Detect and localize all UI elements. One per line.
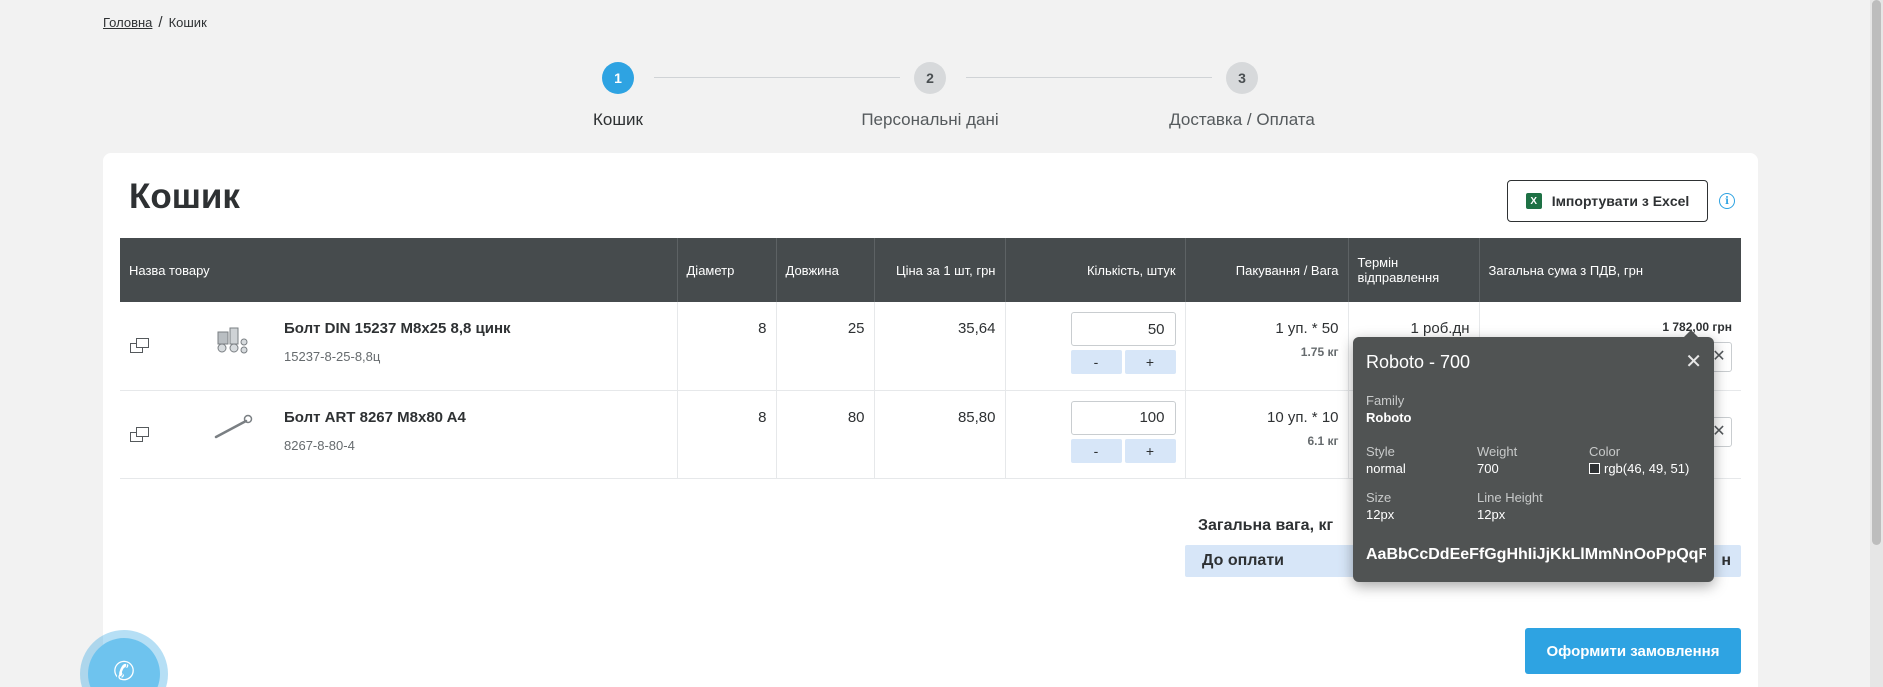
col-quantity: Кількість, штук <box>1005 238 1186 302</box>
breadcrumb-current: Кошик <box>168 15 207 30</box>
product-image[interactable] <box>210 322 260 362</box>
col-diameter: Діаметр <box>677 238 777 302</box>
inspector-style-label: Style <box>1366 444 1395 459</box>
cell-product: Болт DIN 15237 M8x25 8,8 цинк 15237-8-25… <box>120 302 678 391</box>
col-total: Загальна сума з ПДВ, грн <box>1479 238 1741 302</box>
breadcrumb: Головна / Кошик <box>103 14 207 31</box>
product-name[interactable]: Болт DIN 15237 M8x25 8,8 цинк <box>284 320 511 337</box>
col-packaging: Пакування / Вага <box>1185 238 1349 302</box>
product-image[interactable] <box>210 411 260 451</box>
inspector-line-height-label: Line Height <box>1477 490 1543 505</box>
compare-icon[interactable] <box>130 426 149 442</box>
step-1-label[interactable]: Кошик <box>593 110 643 130</box>
col-name: Назва товару <box>120 238 678 302</box>
phone-icon: ✆ <box>113 656 135 686</box>
inspector-title: Roboto - 700 <box>1366 352 1471 372</box>
checkout-stepper: 1 Кошик 2 Персональні дані 3 Доставка / … <box>0 60 1883 140</box>
cell-price: 85,80 <box>874 390 1006 479</box>
scrollbar-thumb[interactable] <box>1872 0 1881 545</box>
step-1-circle[interactable]: 1 <box>602 62 634 94</box>
quantity-stepper: - + <box>1070 350 1176 374</box>
excel-icon: X <box>1525 193 1542 209</box>
quantity-increase-button[interactable]: + <box>1124 438 1176 463</box>
cell-length: 80 <box>776 390 875 479</box>
step-2-label[interactable]: Персональні дані <box>861 110 998 130</box>
quantity-decrease-button[interactable]: - <box>1070 350 1122 374</box>
page-title: Кошик <box>129 177 240 216</box>
import-excel-button[interactable]: X Імпортувати з Excel <box>1507 180 1708 222</box>
import-excel-label: Імпортувати з Excel <box>1551 193 1690 209</box>
info-icon[interactable]: i <box>1719 193 1735 209</box>
close-icon[interactable]: ✕ <box>1685 349 1702 374</box>
quantity-stepper: - + <box>1070 438 1176 463</box>
table-header-row: Назва товару Діаметр Довжина Ціна за 1 ш… <box>120 238 1741 302</box>
step-2-circle[interactable]: 2 <box>914 62 946 94</box>
total-pay-value: н <box>1721 552 1731 569</box>
packaging-text: 10 уп. * 10 <box>1267 408 1339 426</box>
inspector-weight-value: 700 <box>1477 461 1499 476</box>
cell-packaging: 10 уп. * 10 6.1 кг <box>1185 390 1349 479</box>
quantity-decrease-button[interactable]: - <box>1070 438 1122 463</box>
product-sku: 8267-8-80-4 <box>284 437 355 453</box>
cell-diameter: 8 <box>677 302 777 391</box>
inspector-line-height-value: 12px <box>1477 507 1506 522</box>
cell-product: Болт ART 8267 M8x80 A4 8267-8-80-4 <box>120 390 678 479</box>
col-term: Термін відправлення <box>1348 238 1480 302</box>
cell-packaging: 1 уп. * 50 1.75 кг <box>1185 302 1349 391</box>
product-sku: 15237-8-25-8,8ц <box>284 349 381 364</box>
font-inspector-popup: Roboto - 700 ✕ Family Roboto Style norma… <box>1353 330 1714 582</box>
inspector-color-label: Color <box>1589 444 1621 459</box>
step-connector-1 <box>654 77 900 78</box>
quantity-increase-button[interactable]: + <box>1124 350 1176 374</box>
inspector-family-label: Family <box>1366 393 1405 408</box>
quantity-input[interactable] <box>1070 312 1176 346</box>
total-pay-label: До оплати <box>1202 552 1284 569</box>
cell-quantity: - + <box>1005 302 1186 391</box>
inspector-size-label: Size <box>1366 490 1392 505</box>
col-length: Довжина <box>776 238 875 302</box>
inspector-weight-label: Weight <box>1477 444 1518 459</box>
place-order-button[interactable]: Оформити замовлення <box>1525 628 1741 674</box>
quantity-input[interactable] <box>1070 400 1176 435</box>
product-name[interactable]: Болт ART 8267 M8x80 A4 <box>284 409 466 426</box>
inspector-font-sample: AaBbCcDdEeFfGgHhIiJjKkLlMmNnOoPpQqRr <box>1366 546 1706 563</box>
step-3-label[interactable]: Доставка / Оплата <box>1169 110 1315 130</box>
inspector-family-value: Roboto <box>1366 410 1412 425</box>
inspector-style-value: normal <box>1366 461 1406 476</box>
compare-icon[interactable] <box>130 338 149 353</box>
weight-text: 6.1 кг <box>1307 433 1339 448</box>
step-3-circle[interactable]: 3 <box>1226 62 1258 94</box>
breadcrumb-separator: / <box>158 14 163 31</box>
col-price: Ціна за 1 шт, грн <box>874 238 1006 302</box>
weight-text: 1.75 кг <box>1300 345 1339 359</box>
cell-length: 25 <box>776 302 875 391</box>
inspector-color-text: rgb(46, 49, 51) <box>1604 461 1690 476</box>
cell-quantity: - + <box>1005 390 1186 479</box>
step-connector-2 <box>966 77 1212 78</box>
total-weight-label: Загальна вага, кг <box>1198 517 1334 534</box>
breadcrumb-home-link[interactable]: Головна <box>103 15 152 30</box>
color-swatch <box>1589 463 1600 474</box>
packaging-text: 1 уп. * 50 <box>1275 320 1339 337</box>
cell-diameter: 8 <box>677 390 777 479</box>
inspector-size-value: 12px <box>1366 507 1395 522</box>
cell-price: 35,64 <box>874 302 1006 391</box>
inspector-color-value: rgb(46, 49, 51) <box>1589 461 1689 476</box>
